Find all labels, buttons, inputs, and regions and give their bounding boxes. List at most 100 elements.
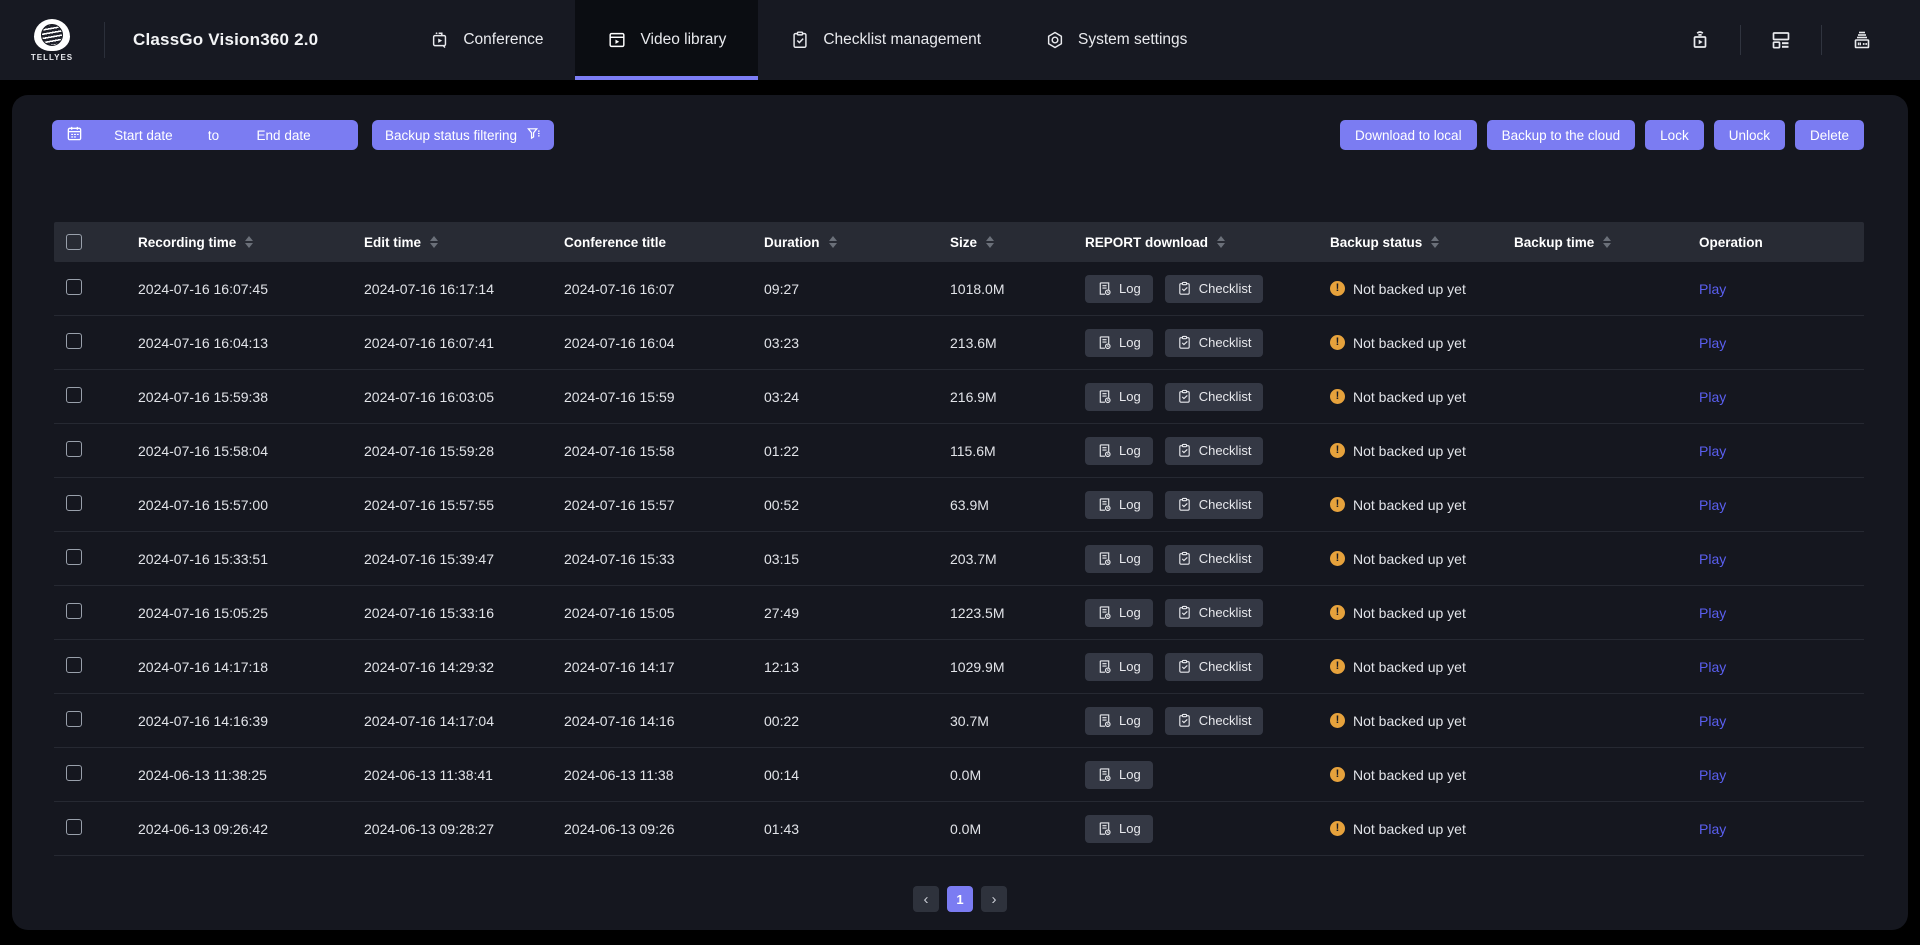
play-link[interactable]: Play <box>1699 605 1726 621</box>
col-backup-time[interactable]: Backup time <box>1494 235 1679 250</box>
recording-time-cell: 2024-07-16 14:17:18 <box>118 659 344 675</box>
end-date-input[interactable]: End date <box>223 128 344 143</box>
row-checkbox[interactable] <box>66 657 82 673</box>
log-button[interactable]: Log <box>1085 329 1153 357</box>
sort-icon[interactable] <box>829 236 837 249</box>
sort-icon[interactable] <box>1603 236 1611 249</box>
tab-label: Video library <box>640 31 726 49</box>
cast-player-icon[interactable] <box>1660 0 1740 80</box>
log-button[interactable]: Log <box>1085 761 1153 789</box>
row-checkbox[interactable] <box>66 603 82 619</box>
play-link[interactable]: Play <box>1699 713 1726 729</box>
log-button[interactable]: Log <box>1085 383 1153 411</box>
log-button-label: Log <box>1119 605 1141 620</box>
download-to-local-button[interactable]: Download to local <box>1340 120 1477 150</box>
layout-dashboard-icon[interactable] <box>1741 0 1821 80</box>
sort-icon[interactable] <box>430 236 438 249</box>
col-edit-time[interactable]: Edit time <box>344 235 544 250</box>
col-duration[interactable]: Duration <box>744 235 930 250</box>
start-date-input[interactable]: Start date <box>83 128 204 143</box>
col-recording-time[interactable]: Recording time <box>118 235 344 250</box>
play-link[interactable]: Play <box>1699 281 1726 297</box>
sort-icon[interactable] <box>986 236 994 249</box>
conference-title-cell: 2024-07-16 15:59 <box>544 389 744 405</box>
col-backup-status[interactable]: Backup status <box>1310 235 1494 250</box>
delete-button[interactable]: Delete <box>1795 120 1864 150</box>
col-report-download[interactable]: REPORT download <box>1065 235 1310 250</box>
checklist-button[interactable]: Checklist <box>1165 329 1264 357</box>
row-checkbox[interactable] <box>66 549 82 565</box>
sort-icon[interactable] <box>1431 236 1439 249</box>
pagination-page-1[interactable]: 1 <box>947 886 973 912</box>
tab-video-library[interactable]: Video library <box>575 0 758 80</box>
checklist-button[interactable]: Checklist <box>1165 383 1264 411</box>
play-link[interactable]: Play <box>1699 821 1726 837</box>
recording-time-cell: 2024-07-16 15:33:51 <box>118 551 344 567</box>
recording-time-cell: 2024-07-16 16:04:13 <box>118 335 344 351</box>
recording-time-cell: 2024-07-16 15:58:04 <box>118 443 344 459</box>
play-link[interactable]: Play <box>1699 497 1726 513</box>
recorder-device-icon[interactable] <box>1822 0 1902 80</box>
play-link[interactable]: Play <box>1699 767 1726 783</box>
log-button[interactable]: Log <box>1085 545 1153 573</box>
row-checkbox[interactable] <box>66 441 82 457</box>
log-button-label: Log <box>1119 551 1141 566</box>
log-button[interactable]: Log <box>1085 437 1153 465</box>
checklist-button[interactable]: Checklist <box>1165 599 1264 627</box>
report-download-cell: Log Checklist <box>1065 707 1310 735</box>
row-checkbox[interactable] <box>66 387 82 403</box>
row-checkbox[interactable] <box>66 333 82 349</box>
date-range-separator: to <box>204 128 223 143</box>
log-button[interactable]: Log <box>1085 599 1153 627</box>
row-checkbox[interactable] <box>66 711 82 727</box>
row-checkbox[interactable] <box>66 495 82 511</box>
tab-system-settings[interactable]: System settings <box>1013 0 1219 80</box>
checklist-button[interactable]: Checklist <box>1165 545 1264 573</box>
row-checkbox[interactable] <box>66 819 82 835</box>
play-link[interactable]: Play <box>1699 659 1726 675</box>
play-link[interactable]: Play <box>1699 443 1726 459</box>
lock-button[interactable]: Lock <box>1645 120 1704 150</box>
log-button[interactable]: Log <box>1085 707 1153 735</box>
pagination-prev-button[interactable]: ‹ <box>913 886 939 912</box>
checklist-button[interactable]: Checklist <box>1165 707 1264 735</box>
pagination-next-button[interactable]: › <box>981 886 1007 912</box>
nav-right-actions <box>1660 0 1920 80</box>
row-checkbox[interactable] <box>66 765 82 781</box>
checklist-button-label: Checklist <box>1199 497 1252 512</box>
checklist-button[interactable]: Checklist <box>1165 653 1264 681</box>
play-link[interactable]: Play <box>1699 389 1726 405</box>
backup-to-cloud-button[interactable]: Backup to the cloud <box>1487 120 1636 150</box>
unlock-button[interactable]: Unlock <box>1714 120 1785 150</box>
sort-icon[interactable] <box>245 236 253 249</box>
log-button-label: Log <box>1119 281 1141 296</box>
play-link[interactable]: Play <box>1699 335 1726 351</box>
log-button[interactable]: Log <box>1085 275 1153 303</box>
backup-status-filter-button[interactable]: Backup status filtering <box>372 120 554 150</box>
log-button[interactable]: Log <box>1085 653 1153 681</box>
duration-cell: 09:27 <box>744 281 930 297</box>
log-document-icon <box>1097 281 1112 296</box>
date-range-picker[interactable]: Start date to End date <box>52 120 358 150</box>
log-document-icon <box>1097 767 1112 782</box>
warning-icon: ! <box>1330 443 1345 458</box>
row-checkbox[interactable] <box>66 279 82 295</box>
col-size[interactable]: Size <box>930 235 1065 250</box>
tab-conference[interactable]: Conference <box>398 0 575 80</box>
backup-status-cell: ! Not backed up yet <box>1310 443 1494 459</box>
settings-gear-icon <box>1045 30 1065 50</box>
log-button[interactable]: Log <box>1085 491 1153 519</box>
checklist-button[interactable]: Checklist <box>1165 275 1264 303</box>
play-link[interactable]: Play <box>1699 551 1726 567</box>
checklist-button[interactable]: Checklist <box>1165 437 1264 465</box>
select-all-checkbox[interactable] <box>66 234 82 250</box>
log-button[interactable]: Log <box>1085 815 1153 843</box>
backup-status-cell: ! Not backed up yet <box>1310 389 1494 405</box>
tab-checklist-management[interactable]: Checklist management <box>758 0 1013 80</box>
conference-title-cell: 2024-07-16 14:16 <box>544 713 744 729</box>
log-button-label: Log <box>1119 713 1141 728</box>
checklist-button-label: Checklist <box>1199 443 1252 458</box>
sort-icon[interactable] <box>1217 236 1225 249</box>
backup-status-cell: ! Not backed up yet <box>1310 551 1494 567</box>
checklist-button[interactable]: Checklist <box>1165 491 1264 519</box>
